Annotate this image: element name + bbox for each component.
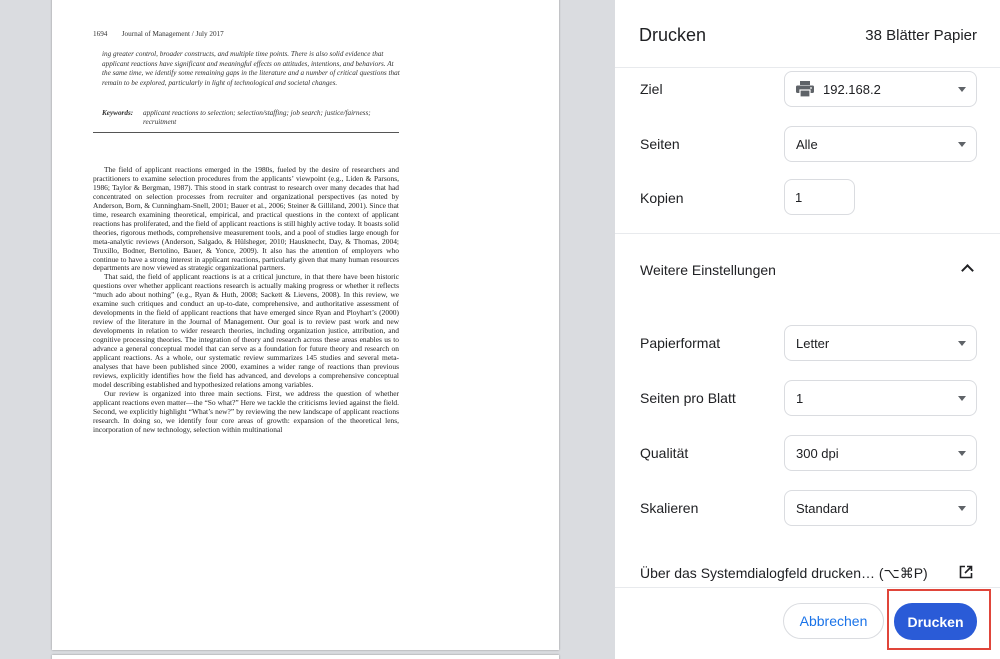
- system-dialog-label: Über das Systemdialogfeld drucken… (⌥⌘P): [640, 565, 928, 581]
- pages-label: Seiten: [640, 136, 680, 152]
- destination-value: 192.168.2: [823, 81, 881, 97]
- chevron-down-icon: [958, 396, 966, 401]
- printer-icon: [796, 81, 814, 98]
- running-head: 1694 Journal of Management / July 2017: [93, 30, 224, 38]
- print-button[interactable]: Drucken: [894, 603, 977, 640]
- quality-value: 300 dpi: [796, 445, 839, 461]
- pages-value: Alle: [796, 136, 818, 152]
- more-settings-label: Weitere Einstellungen: [640, 262, 776, 278]
- quality-label: Qualität: [640, 445, 689, 461]
- preview-next-page: [52, 655, 559, 659]
- abstract-text: ing greater control, broader constructs,…: [102, 50, 400, 87]
- paragraph: Our review is organized into three main …: [93, 388, 399, 434]
- dialog-title: Drucken: [639, 25, 707, 45]
- print-dialog: Drucken 38 Blätter Papier Ziel 192.168.2…: [615, 0, 1000, 659]
- quality-select[interactable]: 300 dpi: [784, 435, 977, 471]
- preview-page: 1694 Journal of Management / July 2017 i…: [52, 0, 559, 650]
- sheet-count: 38 Blätter Papier: [865, 27, 977, 44]
- copies-input[interactable]: [784, 179, 855, 215]
- chevron-down-icon: [958, 506, 966, 511]
- system-dialog-link[interactable]: Über das Systemdialogfeld drucken… (⌥⌘P): [615, 558, 1000, 588]
- destination-select[interactable]: 192.168.2: [784, 71, 977, 107]
- chevron-down-icon: [958, 451, 966, 456]
- paragraph: The field of applicant reactions emerged…: [93, 165, 399, 273]
- pages-per-sheet-label: Seiten pro Blatt: [640, 390, 736, 406]
- keywords-label: Keywords:: [102, 109, 134, 117]
- body-text: The field of applicant reactions emerged…: [93, 165, 399, 435]
- chevron-down-icon: [958, 87, 966, 92]
- open-external-icon: [959, 565, 973, 579]
- dialog-footer: Abbrechen Drucken: [615, 587, 1000, 659]
- paper-size-select[interactable]: Letter: [784, 325, 977, 361]
- chevron-down-icon: [958, 142, 966, 147]
- dialog-header: Drucken 38 Blätter Papier: [615, 0, 1000, 68]
- copies-label: Kopien: [640, 190, 684, 206]
- paper-size-value: Letter: [796, 335, 830, 351]
- paragraph: That said, the field of applicant reacti…: [93, 272, 399, 389]
- divider: [615, 233, 1000, 234]
- pages-per-sheet-value: 1: [796, 390, 804, 406]
- paper-size-label: Papierformat: [640, 335, 721, 351]
- print-preview[interactable]: 1694 Journal of Management / July 2017 i…: [0, 0, 615, 659]
- more-settings-toggle[interactable]: Weitere Einstellungen: [615, 245, 1000, 295]
- chevron-up-icon: [961, 264, 974, 277]
- keywords-text: applicant reactions to selection; select…: [143, 109, 371, 127]
- scale-select[interactable]: Standard: [784, 490, 977, 526]
- keywords: Keywords: applicant reactions to selecti…: [102, 109, 402, 128]
- section-rule: [93, 132, 399, 133]
- chevron-down-icon: [958, 341, 966, 346]
- scale-value: Standard: [796, 500, 849, 516]
- scale-label: Skalieren: [640, 500, 699, 516]
- destination-label: Ziel: [640, 81, 663, 97]
- pages-per-sheet-select[interactable]: 1: [784, 380, 977, 416]
- cancel-button[interactable]: Abbrechen: [783, 603, 884, 639]
- pages-select[interactable]: Alle: [784, 126, 977, 162]
